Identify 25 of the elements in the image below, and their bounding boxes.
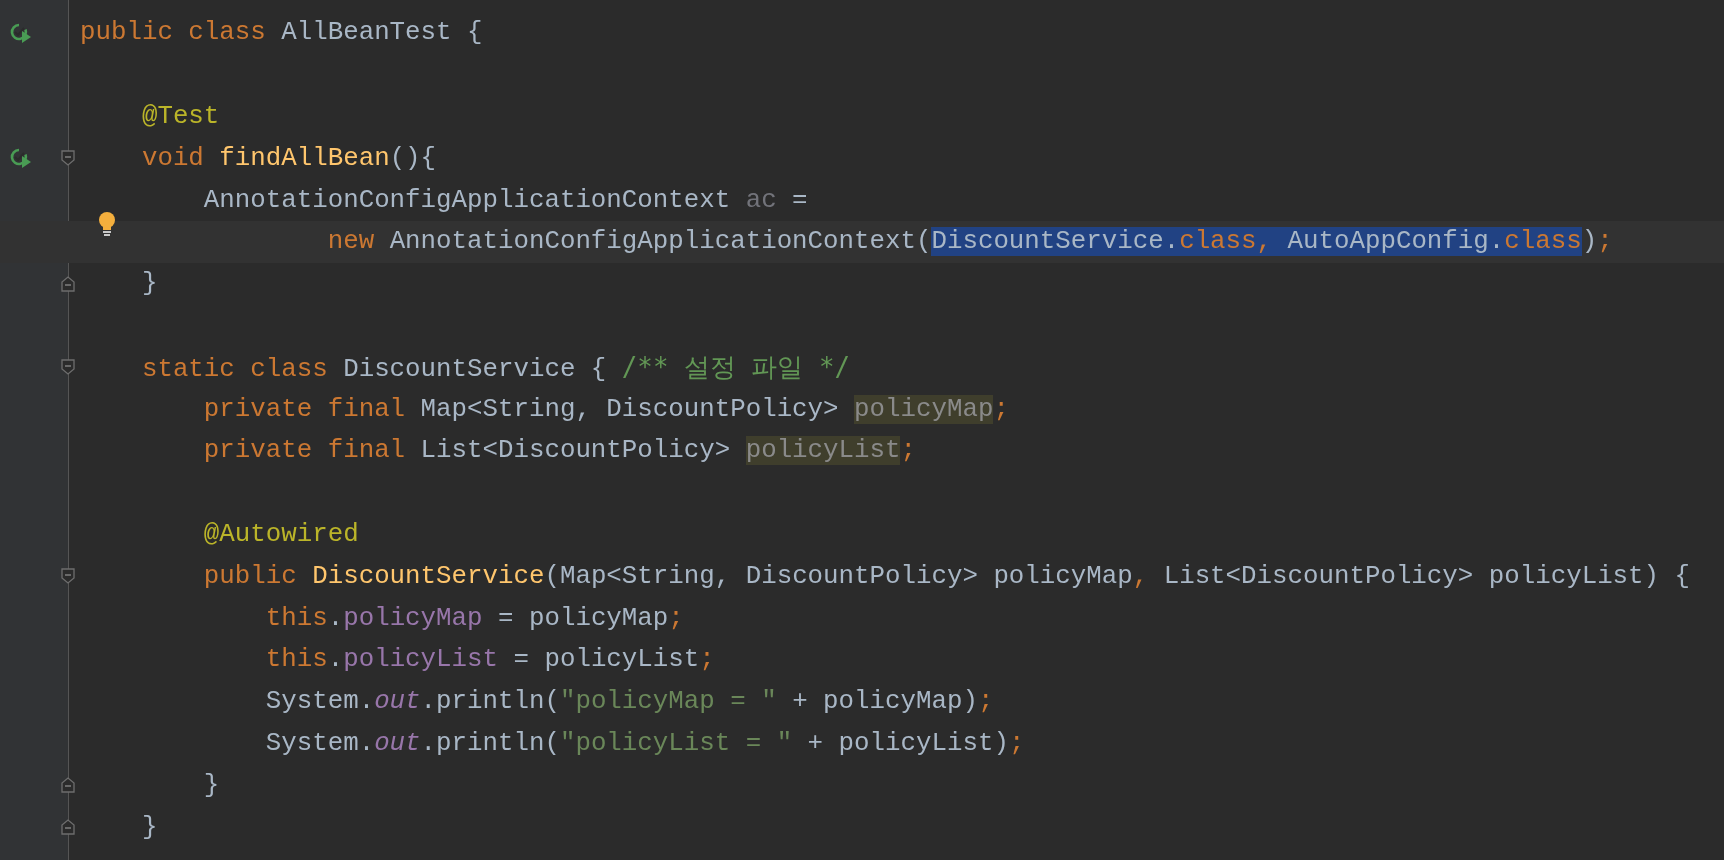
code-line: private final List<DiscountPolicy> policyList; <box>202 436 916 466</box>
code-line: @Autowired <box>202 519 359 549</box>
code-line: AnnotationConfigApplicationContext ac = <box>202 185 808 215</box>
fold-icon[interactable] <box>61 777 75 794</box>
fold-icon[interactable] <box>61 819 75 836</box>
code-line: this.policyList = policyList; <box>264 645 715 675</box>
code-line: public class AllBeanTest { <box>80 18 483 48</box>
code-line: new AnnotationConfigApplicationContext(DiscountService.class, AutoAppConfig.class); <box>326 227 1613 257</box>
fold-icon[interactable] <box>61 359 75 376</box>
code-line: private final Map<String, DiscountPolicy> policyMap; <box>202 394 1009 424</box>
code-line: } <box>140 269 158 299</box>
run-test-icon[interactable] <box>10 148 32 169</box>
code-line: System.out.println("policyList = " + policyList); <box>264 728 1025 758</box>
code-line: System.out.println("policyMap = " + policyMap); <box>264 687 994 717</box>
code-line: } <box>140 812 158 842</box>
code-line: } <box>202 770 220 800</box>
lightbulb-icon[interactable] <box>97 211 117 238</box>
code-line: public DiscountService(Map<String, DiscountPolicy> policyMap, List<DiscountPolicy> policyList) { <box>202 561 1690 591</box>
fold-icon[interactable] <box>61 568 75 585</box>
fold-icon[interactable] <box>61 150 75 167</box>
code-line: void findAllBean(){ <box>140 143 437 173</box>
run-test-icon[interactable] <box>10 23 32 43</box>
code-line: this.policyMap = policyMap; <box>264 603 684 633</box>
code-line: static class DiscountService { /** 설정 파일 */ <box>140 354 851 384</box>
code-line: @Test <box>140 102 220 131</box>
